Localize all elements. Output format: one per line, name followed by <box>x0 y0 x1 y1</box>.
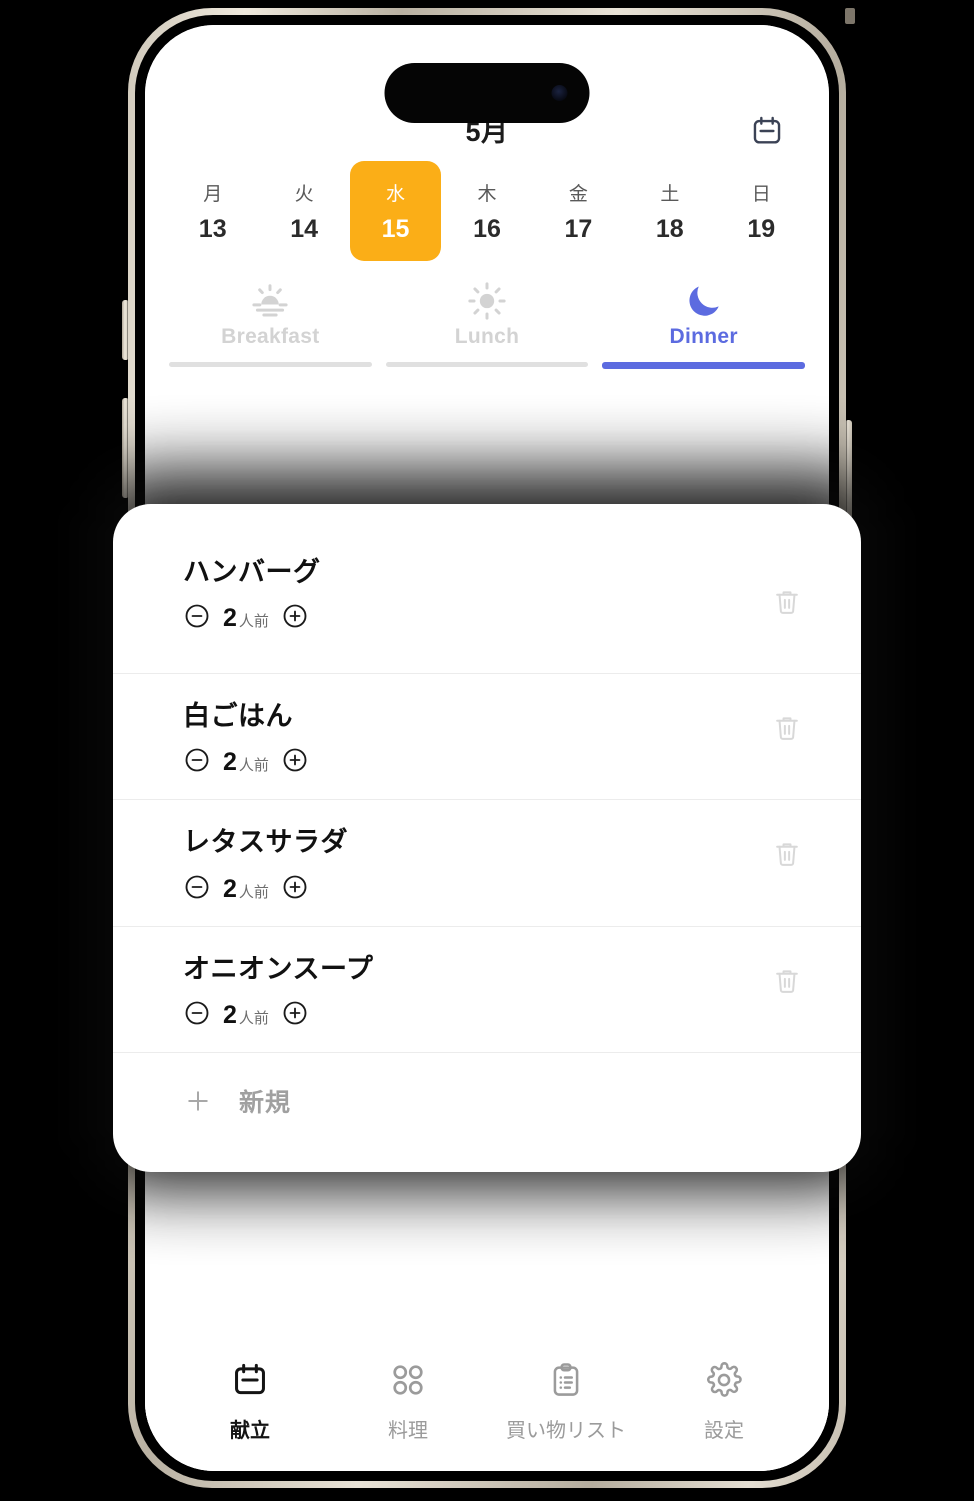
day-number-label: 18 <box>655 214 684 243</box>
dish-name: 白ごはん <box>183 701 293 731</box>
meal-tab-lunch[interactable]: Lunch <box>385 279 589 369</box>
plus-icon <box>188 1091 208 1111</box>
delete-dish-button[interactable] <box>767 961 807 1001</box>
quantity-stepper: 2 人前 <box>183 602 805 635</box>
day-cell-19[interactable]: 日 19 <box>716 161 807 261</box>
dish-row: 白ごはん 2 人前 <box>113 673 861 799</box>
day-number-label: 19 <box>747 214 776 243</box>
quantity-number: 2 <box>223 748 237 777</box>
meal-tab-underline <box>602 362 806 369</box>
moon-icon <box>683 279 725 323</box>
day-of-week-label: 木 <box>477 183 497 205</box>
tab-ryori[interactable]: 料理 <box>329 1361 487 1443</box>
calendar-icon <box>753 116 781 144</box>
dish-list: ハンバーグ 2 人前 白ごはん 2 人前 レタスサラダ 2 人前 オニオンスープ 2 人前 <box>113 548 861 1052</box>
quantity-stepper: 2 人前 <box>183 999 805 1032</box>
day-cell-16[interactable]: 木 16 <box>441 161 532 261</box>
day-number-label: 13 <box>198 214 227 243</box>
tab-label: 買い物リスト <box>506 1420 626 1442</box>
grid-icon <box>389 1361 427 1404</box>
day-number-label: 15 <box>381 214 410 243</box>
dish-name: オニオンスープ <box>183 953 374 984</box>
meal-tab-underline <box>385 362 589 367</box>
quantity-unit: 人前 <box>238 883 269 901</box>
screenshot-root: 5月 月 13 火 14 水 15 木 16 金 17 土 18 日 19 Breakfast Lunch D… <box>0 0 974 1501</box>
circle-minus-icon[interactable] <box>183 602 211 635</box>
circle-plus-icon[interactable] <box>281 746 309 779</box>
meal-tabs: Breakfast Lunch Dinner <box>145 279 829 369</box>
sunrise-icon <box>249 279 291 323</box>
quantity-unit: 人前 <box>238 613 269 631</box>
quantity-value: 2 人前 <box>223 748 269 777</box>
meal-tab-breakfast[interactable]: Breakfast <box>169 279 372 369</box>
tab-label: 料理 <box>388 1420 428 1442</box>
quantity-number: 2 <box>223 874 237 903</box>
circle-plus-icon[interactable] <box>281 602 309 635</box>
dish-list-card: ハンバーグ 2 人前 白ごはん 2 人前 レタスサラダ 2 人前 オニオンスープ 2 人前 新規 <box>113 504 861 1172</box>
day-of-week-label: 金 <box>568 183 588 205</box>
dish-row: ハンバーグ 2 人前 <box>113 548 861 673</box>
dish-row: オニオンスープ 2 人前 <box>113 925 861 1052</box>
day-number-label: 16 <box>473 214 501 243</box>
circle-minus-icon[interactable] <box>183 873 211 906</box>
week-strip: 月 13 火 14 水 15 木 16 金 17 土 18 日 19 <box>145 157 829 265</box>
delete-dish-button[interactable] <box>767 582 807 622</box>
day-of-week-label: 水 <box>386 183 406 205</box>
delete-dish-button[interactable] <box>767 834 807 874</box>
quantity-number: 2 <box>223 604 237 633</box>
meal-tab-dinner[interactable]: Dinner <box>602 279 806 369</box>
circle-minus-icon[interactable] <box>183 999 211 1032</box>
quantity-number: 2 <box>223 1001 237 1030</box>
calendar-icon <box>231 1361 269 1404</box>
clipboard-list-icon <box>547 1361 585 1404</box>
meal-tab-underline <box>169 362 372 367</box>
quantity-unit: 人前 <box>238 1010 269 1028</box>
tab-label: 設定 <box>704 1420 744 1442</box>
dish-row: レタスサラダ 2 人前 <box>113 799 861 925</box>
dish-name: レタスサラダ <box>183 827 348 858</box>
day-cell-18[interactable]: 土 18 <box>624 161 715 261</box>
quantity-value: 2 人前 <box>223 1001 269 1030</box>
day-cell-13[interactable]: 月 13 <box>167 161 258 261</box>
day-of-week-label: 日 <box>751 183 771 205</box>
tab-label: 献立 <box>230 1420 270 1442</box>
sun-icon <box>466 279 508 323</box>
day-of-week-label: 土 <box>660 183 680 205</box>
tab-kondate[interactable]: 献立 <box>171 1361 329 1443</box>
meal-tab-label: Lunch <box>454 325 520 348</box>
front-camera-icon <box>551 85 568 101</box>
calendar-picker-button[interactable] <box>747 111 787 151</box>
dish-name: ハンバーグ <box>183 557 321 587</box>
add-dish-label: 新規 <box>239 1089 292 1118</box>
meal-tab-label: Dinner <box>669 325 738 348</box>
add-dish-row[interactable]: 新規 <box>113 1052 861 1119</box>
quantity-stepper: 2 人前 <box>183 873 805 906</box>
day-number-label: 17 <box>564 214 593 243</box>
day-cell-14[interactable]: 火 14 <box>258 161 349 261</box>
day-number-label: 14 <box>290 214 319 243</box>
circle-plus-icon[interactable] <box>281 873 309 906</box>
dynamic-island <box>384 63 590 123</box>
tab-shopping-list[interactable]: 買い物リスト <box>487 1361 645 1443</box>
quantity-value: 2 人前 <box>223 875 269 904</box>
phone-frame-seam <box>845 8 855 24</box>
meal-tab-label: Breakfast <box>221 325 320 348</box>
day-cell-15[interactable]: 水 15 <box>349 161 442 261</box>
day-of-week-label: 火 <box>294 183 314 205</box>
circle-minus-icon[interactable] <box>183 746 211 779</box>
quantity-stepper: 2 人前 <box>183 746 805 779</box>
bottom-navigation: 献立 料理 買い物リスト 設定 <box>145 1345 829 1471</box>
circle-plus-icon[interactable] <box>281 999 309 1032</box>
day-of-week-label: 月 <box>203 183 223 205</box>
day-cell-17[interactable]: 金 17 <box>533 161 624 261</box>
tab-settings[interactable]: 設定 <box>645 1361 803 1443</box>
quantity-unit: 人前 <box>238 757 269 775</box>
gear-icon <box>705 1361 743 1404</box>
quantity-value: 2 人前 <box>223 604 269 633</box>
delete-dish-button[interactable] <box>767 708 807 748</box>
